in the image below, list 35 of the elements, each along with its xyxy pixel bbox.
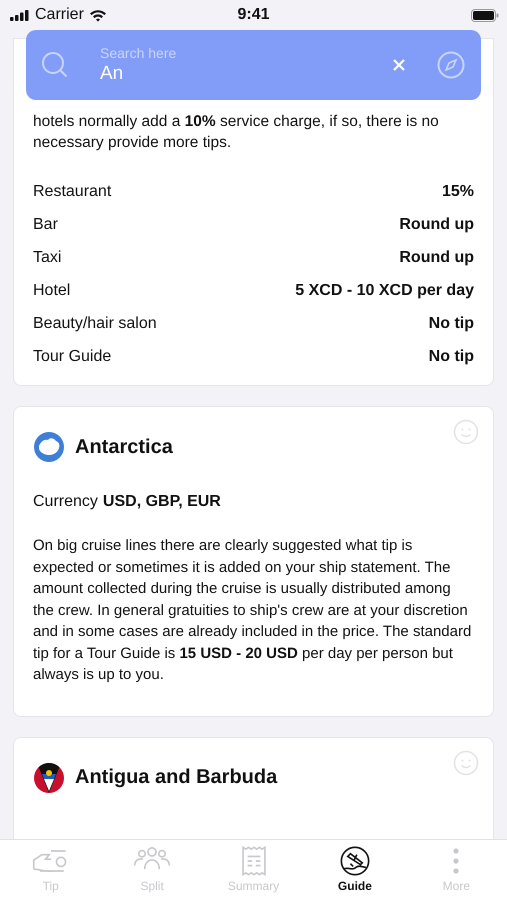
search-field[interactable]: Search here An bbox=[80, 45, 383, 85]
close-icon[interactable] bbox=[393, 59, 405, 71]
wifi-icon bbox=[88, 8, 107, 22]
tip-amount: No tip bbox=[428, 314, 474, 332]
carrier-name: Carrier bbox=[35, 6, 84, 24]
search-icon bbox=[40, 50, 70, 80]
clock-time: 9:41 bbox=[237, 6, 270, 24]
tip-amount: 15% bbox=[442, 182, 474, 200]
country-name: Antarctica bbox=[75, 436, 173, 458]
tab-item[interactable]: Guide bbox=[304, 840, 406, 900]
tip-description: On big cruise lines there are clearly suggested what tip is expected or sometimes it is added on your ship statement. The amount collected during the cruise is usually distributed among the crew. In general gratuities to ship's crew are at your discretion and in some cases are already included in the price. The standard tip for a Tour Guide is 15 USD - 20 USD per day per person but always is up to you. bbox=[33, 536, 472, 685]
more-icon bbox=[453, 848, 460, 874]
tip-place: Tour Guide bbox=[33, 348, 112, 366]
flag-icon bbox=[33, 762, 65, 794]
tip-amount: Round up bbox=[399, 248, 474, 266]
smiley-icon[interactable] bbox=[453, 750, 479, 776]
tip-place: Beauty/hair salon bbox=[33, 314, 157, 332]
tip-description: hotels normally add a 10% service charge, if so, there is no necessary provide more tips. bbox=[33, 112, 440, 153]
tip-amount: Round up bbox=[399, 216, 474, 234]
smiley-icon[interactable] bbox=[453, 419, 479, 445]
tip-place: Restaurant bbox=[33, 182, 112, 200]
tip-amount: No tip bbox=[428, 348, 474, 366]
tip-place: Taxi bbox=[33, 248, 62, 266]
tip-place: Hotel bbox=[33, 282, 70, 300]
tip-place: Bar bbox=[33, 216, 58, 234]
tip-amount: 5 XCD - 10 XCD per day bbox=[295, 282, 474, 300]
flag-icon bbox=[33, 431, 65, 463]
signal-icon bbox=[10, 10, 30, 20]
compass-icon[interactable] bbox=[437, 51, 465, 79]
country-name: Antigua and Barbuda bbox=[75, 766, 278, 789]
search-placeholder: Search here bbox=[100, 45, 178, 61]
currency-label: Currency bbox=[33, 493, 98, 511]
battery-icon bbox=[471, 8, 499, 22]
currency-value: USD, GBP, EUR bbox=[102, 493, 221, 511]
search-value: An bbox=[100, 63, 124, 85]
